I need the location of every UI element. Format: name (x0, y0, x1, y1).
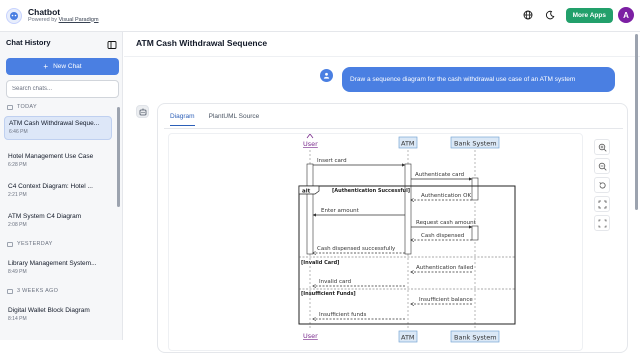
chat-item-digital-wallet[interactable]: Digital Wallet Block Diagram 8:14 PM (4, 304, 112, 328)
chat-history-sidebar: Chat History + New Chat TODAY ATM Cash W… (0, 32, 123, 340)
section-yesterday: YESTERDAY (7, 241, 53, 247)
more-apps-button[interactable]: More Apps (565, 7, 613, 23)
message-label: Insufficient balance (419, 297, 473, 303)
sidebar-scrollbar[interactable] (117, 107, 120, 207)
chat-time: 6:46 PM (9, 129, 28, 135)
globe-icon[interactable] (520, 7, 536, 23)
calendar-icon (7, 288, 13, 294)
alt-keyword: alt (302, 189, 311, 195)
chat-history-heading: Chat History (6, 38, 51, 47)
top-actions: More Apps A (520, 7, 634, 23)
page-title: ATM Cash Withdrawal Sequence (136, 38, 268, 48)
diagram-toolbar (594, 139, 612, 234)
dark-mode-moon-icon[interactable] (542, 7, 558, 23)
chat-item-hotel-management[interactable]: Hotel Management Use Case 6:28 PM (4, 150, 112, 174)
chat-item-atm-c4[interactable]: ATM System C4 Diagram 2:08 PM (4, 210, 112, 234)
participant-atm-label-bottom: ATM (401, 334, 415, 342)
participant-bank-label: Bank System (454, 140, 497, 148)
chat-time: 2:08 PM (8, 222, 27, 228)
message-label: Authentication failed (416, 265, 473, 271)
fullscreen-icon[interactable] (594, 196, 610, 212)
message-label: Invalid card (319, 279, 351, 285)
top-bar: Chatbot Powered by Visual Paradigm More … (0, 0, 640, 32)
activation-user (306, 163, 314, 255)
participant-atm: ATM (398, 136, 418, 149)
chat-title: C4 Context Diagram: Hotel ... (8, 183, 93, 190)
section-label: TODAY (17, 104, 37, 110)
chat-title: Digital Wallet Block Diagram (8, 307, 90, 314)
zoom-out-icon[interactable] (594, 158, 610, 174)
diagram-viewport[interactable]: User ATM Bank System Insert card Authent… (168, 133, 583, 351)
section-3-weeks-ago: 3 WEEKS AGO (7, 288, 58, 294)
participant-user-label: User (303, 140, 318, 148)
participant-user: User (303, 134, 318, 148)
section-today: TODAY (7, 104, 37, 110)
chat-title: Library Management System... (8, 260, 97, 267)
message-label: Insert card (317, 158, 347, 164)
tab-diagram[interactable]: Diagram (170, 113, 195, 126)
activation-atm (404, 163, 412, 255)
diagram-card: Diagram PlantUML Source User ATM Bank Sy… (157, 103, 628, 353)
user-message-avatar-icon (320, 69, 333, 82)
message-label: Cash dispensed successfully (317, 246, 396, 252)
message-label: Cash dispensed (421, 233, 464, 239)
user-avatar[interactable]: A (618, 7, 634, 23)
activation-bank-2 (471, 225, 479, 241)
sidebar-toggle-icon[interactable] (107, 37, 117, 49)
main-scrollbar[interactable] (635, 34, 638, 210)
chat-title: ATM Cash Withdrawal Seque... (9, 120, 100, 127)
chat-time: 2:21 PM (8, 192, 27, 198)
bot-avatar-icon (136, 105, 149, 118)
participant-user-label-bottom: User (303, 332, 318, 340)
reset-icon[interactable] (594, 177, 610, 193)
chat-title: ATM System C4 Diagram (8, 213, 82, 220)
app-title: Chatbot (28, 6, 61, 17)
tab-divider (164, 128, 623, 129)
section-label: 3 WEEKS AGO (17, 288, 59, 294)
participant-atm-label: ATM (401, 140, 415, 148)
fit-icon[interactable] (594, 215, 610, 231)
user-message-bubble: Draw a sequence diagram for the cash wit… (342, 67, 615, 92)
message-label: Enter amount (321, 208, 360, 214)
search-chats-input[interactable] (6, 80, 119, 98)
chat-time: 8:14 PM (8, 316, 27, 322)
plus-icon: + (43, 62, 49, 71)
calendar-icon (7, 241, 13, 247)
chatbot-logo-icon (6, 7, 22, 24)
app-subtitle: Powered by Visual Paradigm (28, 17, 99, 24)
message-label: Authenticate card (415, 172, 464, 178)
chat-title: Hotel Management Use Case (8, 153, 94, 160)
chat-time: 8:49 PM (8, 269, 27, 275)
calendar-icon (7, 104, 13, 110)
message-label: Insufficient funds (319, 312, 367, 318)
brand: Chatbot Powered by Visual Paradigm (28, 6, 99, 24)
message-label: Request cash amount (416, 220, 477, 226)
message-label: Authentication OK (421, 193, 471, 199)
chat-item-atm-cash-withdrawal[interactable]: ATM Cash Withdrawal Seque... 6:46 PM (4, 116, 112, 140)
guard-label: [Authentication Successful] (332, 188, 410, 194)
guard-label: [Invalid Card] (301, 260, 339, 266)
participant-bank-label-bottom: Bank System (454, 334, 497, 342)
diagram-tabs: Diagram PlantUML Source (170, 113, 273, 126)
visual-paradigm-link[interactable]: Visual Paradigm (59, 17, 99, 23)
main-panel: ATM Cash Withdrawal Sequence Draw a sequ… (124, 32, 640, 353)
tab-plantuml-source[interactable]: PlantUML Source (209, 113, 260, 126)
divider (124, 56, 640, 57)
participant-bank: Bank System (450, 136, 500, 149)
new-chat-button[interactable]: + New Chat (6, 58, 119, 75)
subtitle-prefix: Powered by (28, 16, 58, 23)
zoom-in-icon[interactable] (594, 139, 610, 155)
section-label: YESTERDAY (17, 241, 53, 247)
guard-label: [Insufficient Funds] (301, 291, 356, 297)
chat-item-library-management[interactable]: Library Management System... 8:49 PM (4, 257, 112, 281)
activation-bank-1 (471, 177, 479, 201)
chat-item-c4-context-hotel[interactable]: C4 Context Diagram: Hotel ... 2:21 PM (4, 180, 112, 204)
sequence-diagram: User ATM Bank System Insert card Authent… (298, 134, 516, 343)
chat-time: 6:28 PM (8, 162, 27, 168)
new-chat-label: New Chat (53, 63, 82, 70)
